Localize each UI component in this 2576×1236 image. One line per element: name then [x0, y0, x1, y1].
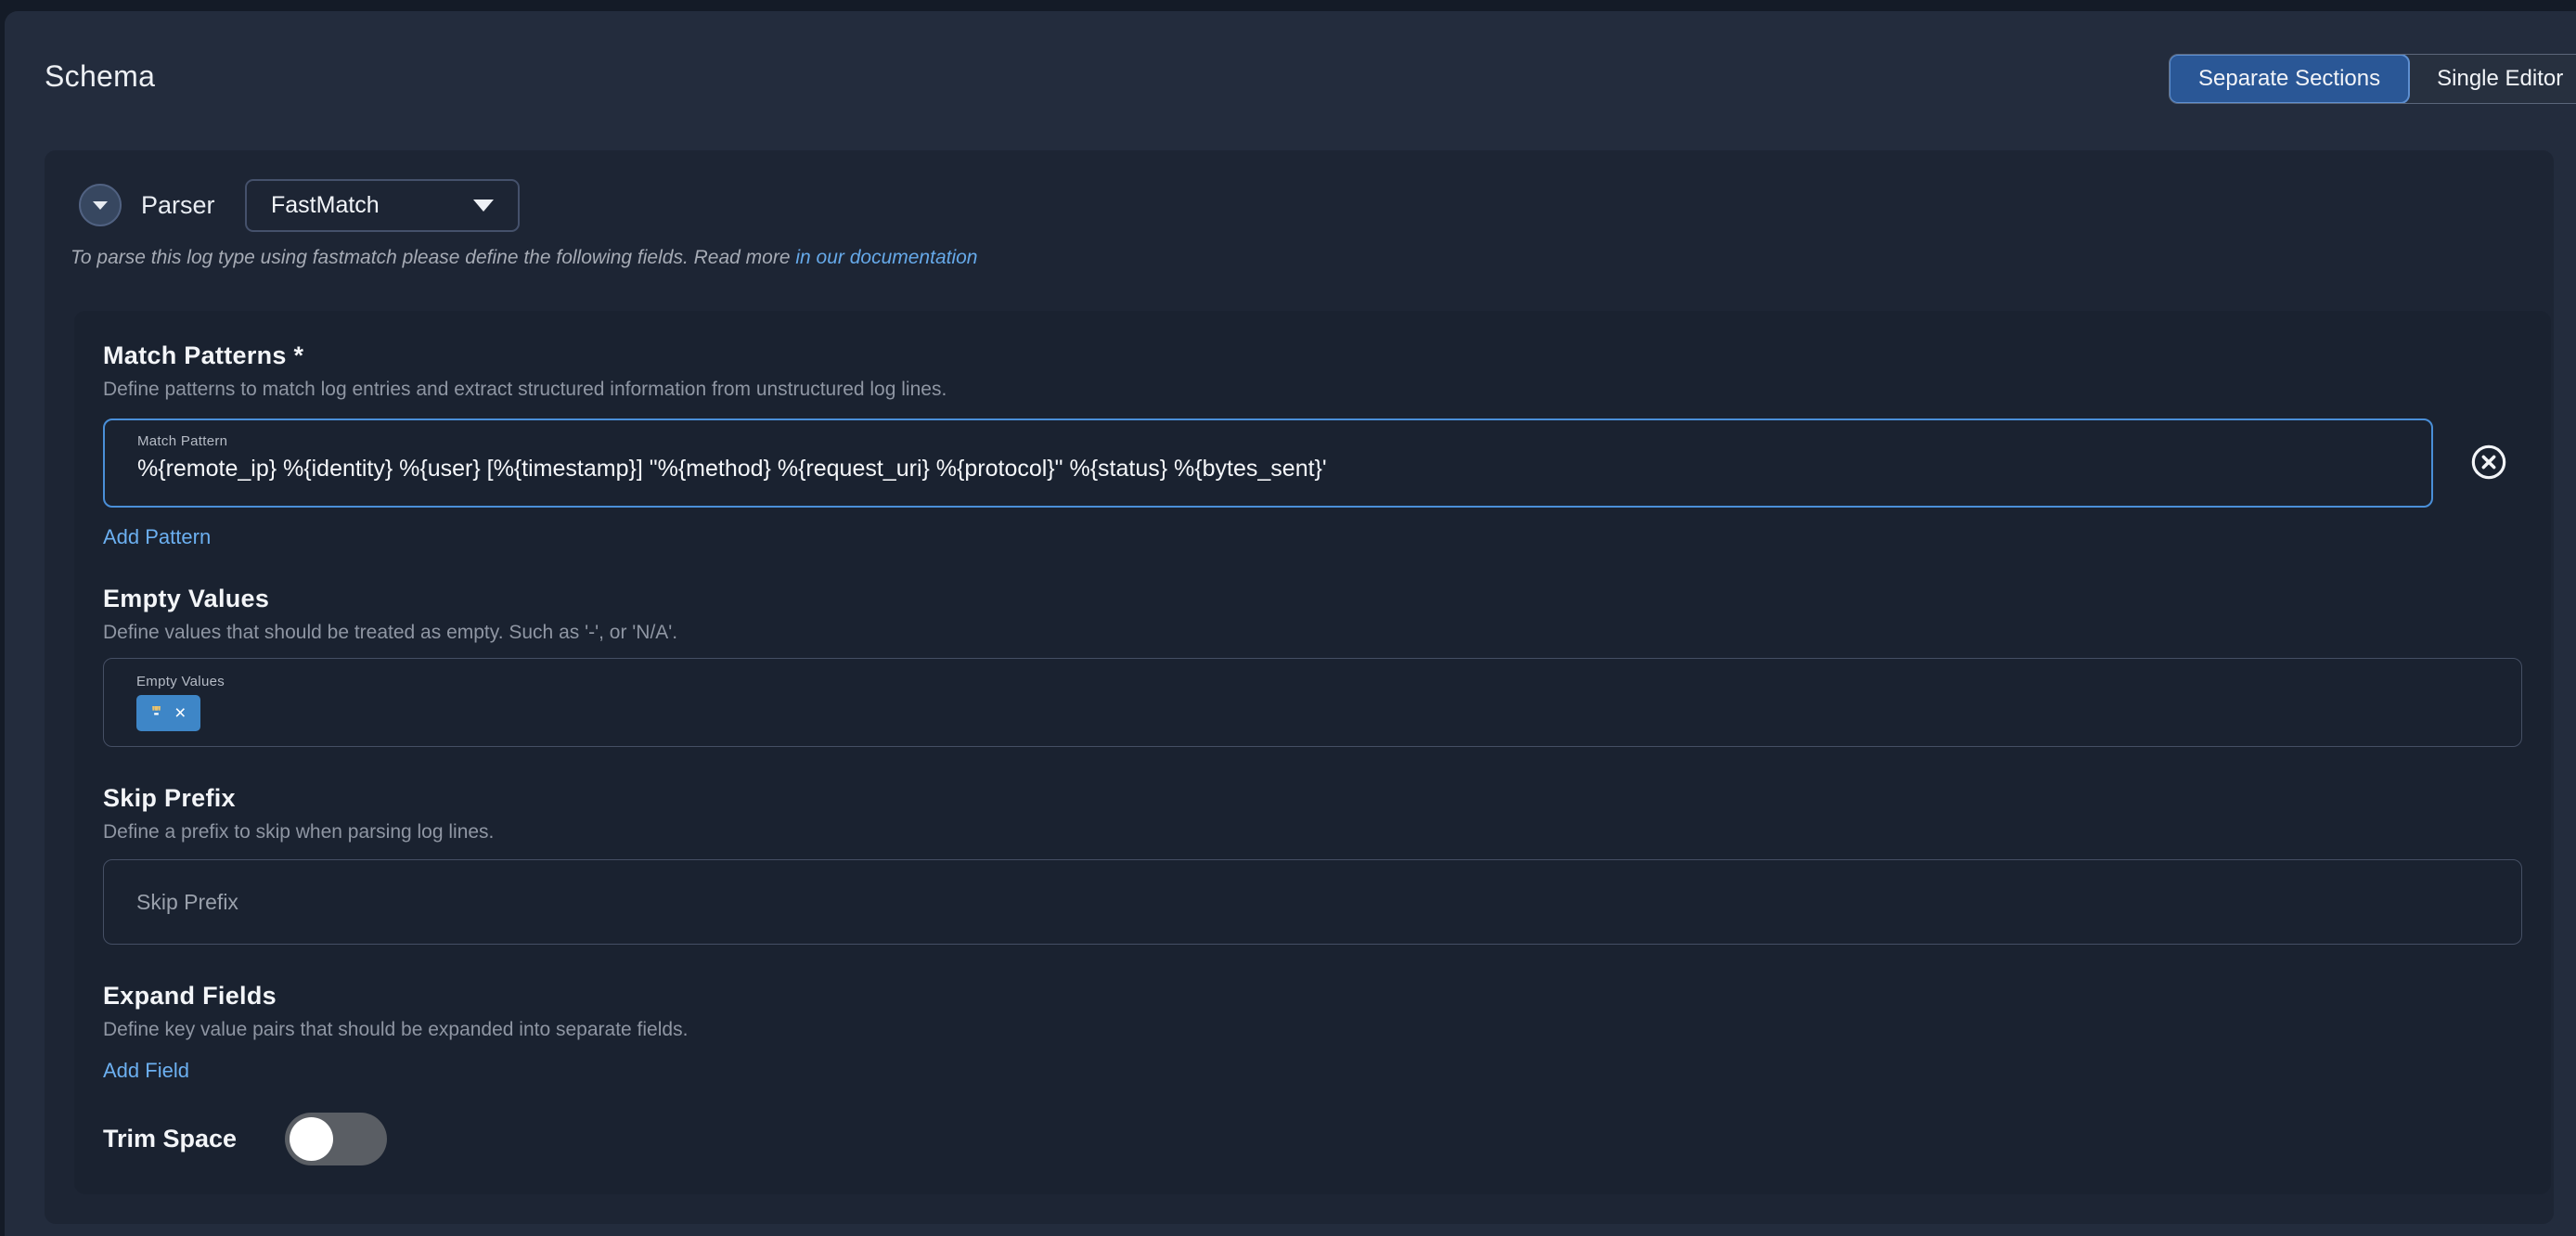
add-field-link[interactable]: Add Field	[103, 1059, 189, 1083]
chip-close-quote: "	[154, 703, 162, 722]
trim-space-label: Trim Space	[103, 1125, 237, 1153]
empty-values-field-label: Empty Values	[136, 674, 2521, 689]
empty-values-description: Define values that should be treated as …	[103, 622, 677, 644]
skip-prefix-input[interactable]	[136, 890, 2456, 915]
separate-sections-button[interactable]: Separate Sections	[2169, 54, 2410, 104]
expand-fields-heading: Expand Fields	[103, 982, 277, 1011]
match-pattern-field-label: Match Pattern	[137, 433, 2431, 449]
skip-prefix-field	[103, 859, 2522, 945]
circle-x-icon	[2470, 444, 2507, 481]
match-pattern-input[interactable]	[137, 456, 2392, 483]
parser-selected-value: FastMatch	[271, 192, 380, 219]
match-patterns-heading: Match Patterns *	[103, 341, 303, 370]
documentation-link[interactable]: in our documentation	[795, 247, 977, 268]
empty-values-heading: Empty Values	[103, 585, 269, 613]
parser-help-note: To parse this log type using fastmatch p…	[71, 247, 978, 269]
single-editor-button[interactable]: Single Editor	[2409, 55, 2576, 103]
parser-label: Parser	[141, 191, 215, 220]
empty-value-chip: "-" ×	[136, 695, 200, 731]
toggle-knob	[290, 1117, 333, 1161]
expand-fields-description: Define key value pairs that should be ex…	[103, 1019, 688, 1041]
chevron-down-icon	[473, 200, 494, 212]
chevron-down-icon	[93, 201, 108, 210]
empty-values-field[interactable]: Empty Values "-" ×	[103, 658, 2522, 747]
chip-remove-icon[interactable]: ×	[174, 703, 186, 723]
add-pattern-link[interactable]: Add Pattern	[103, 525, 211, 549]
note-text: To parse this log type using fastmatch p…	[71, 247, 791, 268]
collapse-section-button[interactable]	[79, 184, 122, 226]
page-title: Schema	[45, 59, 155, 94]
schema-page: Schema Separate Sections Single Editor P…	[0, 0, 2576, 1236]
remove-pattern-button[interactable]	[2468, 442, 2509, 483]
trim-space-toggle[interactable]	[285, 1113, 387, 1165]
skip-prefix-description: Define a prefix to skip when parsing log…	[103, 821, 494, 843]
match-pattern-field: Match Pattern	[103, 418, 2433, 508]
skip-prefix-heading: Skip Prefix	[103, 784, 236, 813]
parser-select[interactable]: FastMatch	[245, 179, 520, 232]
editor-mode-toggle: Separate Sections Single Editor	[2169, 54, 2576, 104]
match-patterns-description: Define patterns to match log entries and…	[103, 379, 947, 401]
